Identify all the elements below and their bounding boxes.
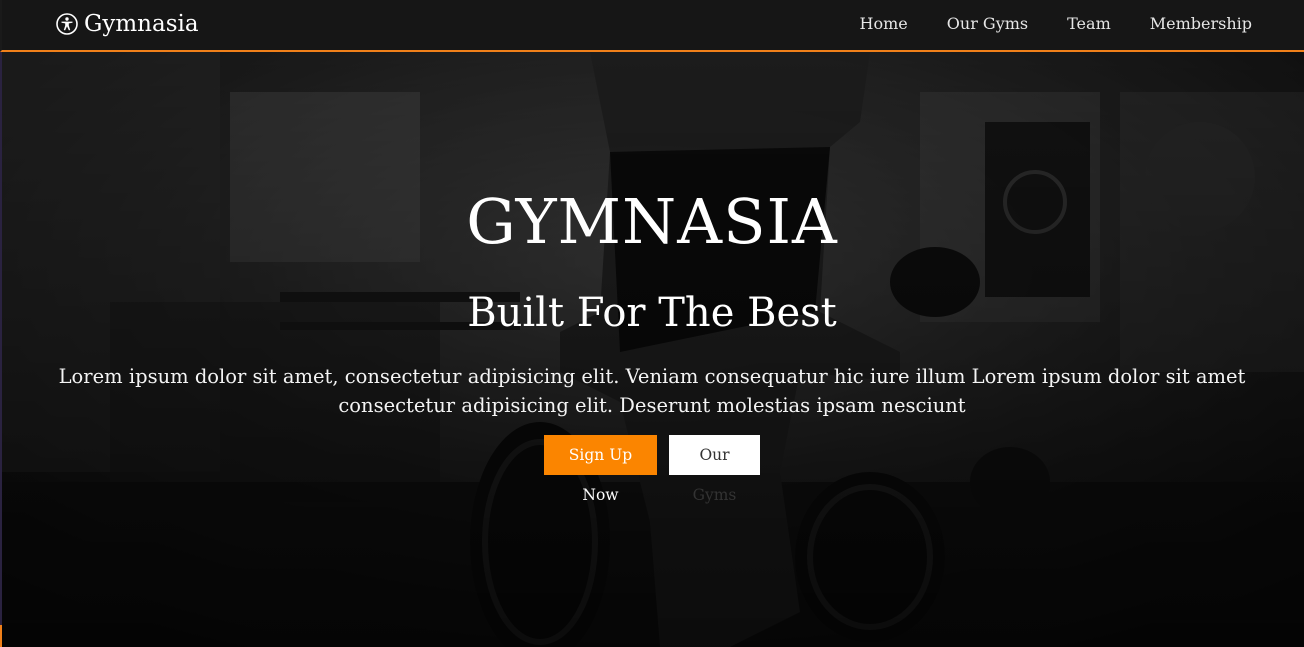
sign-up-button[interactable]: Sign Up Now <box>544 435 657 504</box>
bottom-accent-mark <box>0 625 2 647</box>
nav-link-team[interactable]: Team <box>1067 14 1111 33</box>
brand-name: Gymnasia <box>84 11 199 37</box>
hero-subtitle: Built For The Best <box>467 290 837 336</box>
nav-links: Home Our Gyms Team Membership <box>860 14 1252 33</box>
nav-link-membership[interactable]: Membership <box>1150 14 1252 33</box>
nav-link-our-gyms[interactable]: Our Gyms <box>947 14 1028 33</box>
hero-title: GYMNASIA <box>466 185 838 258</box>
hero-description: Lorem ipsum dolor sit amet, consectetur … <box>58 365 1246 417</box>
page: Gymnasia Home Our Gyms Team Membership G… <box>0 0 1304 647</box>
our-gyms-button[interactable]: Our Gyms <box>669 435 760 504</box>
hero-overlay <box>0 52 1304 647</box>
hero-section: GYMNASIA Built For The Best Lorem ipsum … <box>0 52 1304 647</box>
universal-access-icon <box>56 13 78 35</box>
top-navbar: Gymnasia Home Our Gyms Team Membership <box>0 0 1304 52</box>
left-edge-divider <box>0 52 2 647</box>
brand-link[interactable]: Gymnasia <box>56 11 199 37</box>
nav-link-home[interactable]: Home <box>860 14 908 33</box>
hero-buttons: Sign Up Now Our Gyms <box>0 435 1304 504</box>
